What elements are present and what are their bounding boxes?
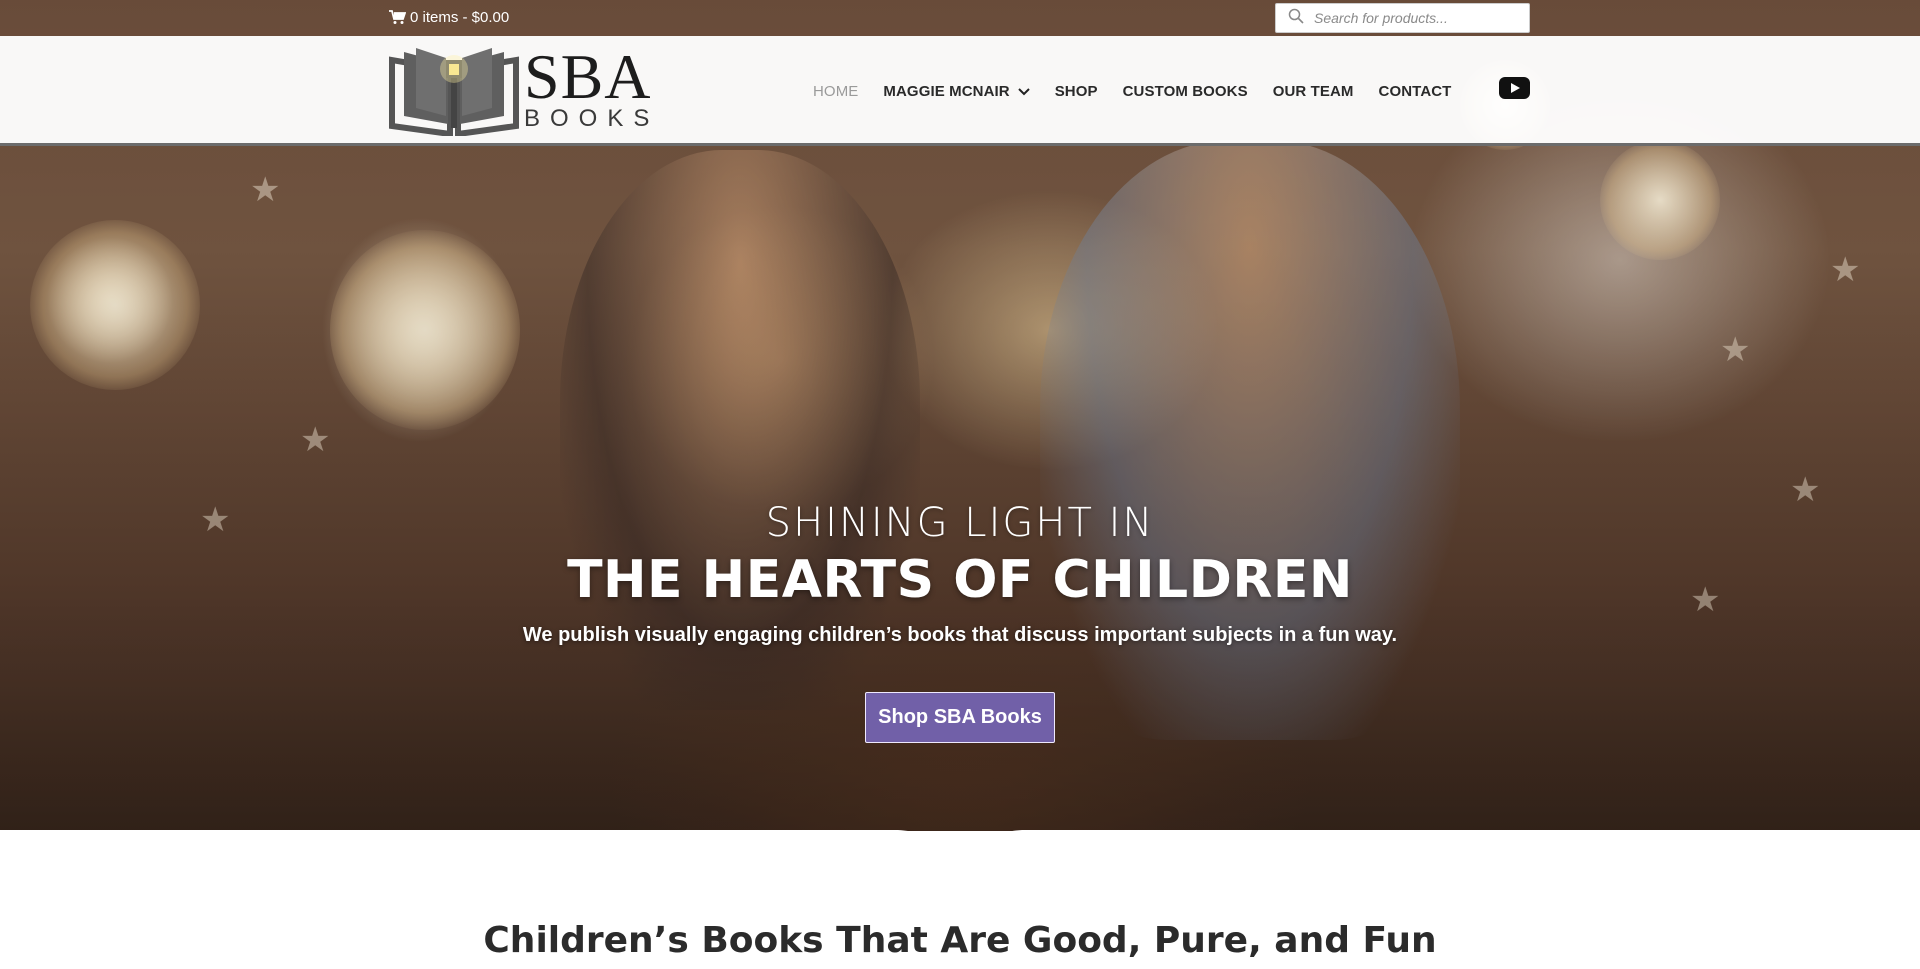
hero-kicker: SHINING LIGHT IN (765, 500, 1155, 546)
nav-item-label: HOME (813, 82, 859, 100)
nav-item-label: OUR TEAM (1272, 82, 1354, 100)
cart-summary: 0 items - $0.00 (410, 9, 510, 26)
logo-subtitle: BOOKS (524, 105, 660, 132)
cart-link[interactable]: 0 items - $0.00 (389, 9, 509, 26)
site-logo[interactable]: SBA BOOKS (388, 41, 678, 136)
main-nav: HOME MAGGIE MCNAIR SHOP CUSTOM BOOKS OUR… (813, 36, 1476, 146)
nav-item-contact[interactable]: CONTACT (1379, 83, 1452, 100)
search-input[interactable] (1314, 10, 1514, 26)
nav-item-label: SHOP (1054, 82, 1098, 100)
book-lantern-logo-icon (389, 48, 519, 136)
search-icon[interactable] (1288, 8, 1304, 29)
nav-item-label: CUSTOM BOOKS (1122, 82, 1248, 100)
nav-item-label: CONTACT (1378, 82, 1452, 100)
nav-item-custom-books[interactable]: CUSTOM BOOKS (1123, 83, 1248, 100)
nav-item-shop[interactable]: SHOP (1055, 83, 1098, 100)
chevron-down-icon (1017, 83, 1030, 100)
nav-item-maggie-mcnair[interactable]: MAGGIE MCNAIR (883, 82, 1030, 100)
youtube-icon[interactable] (1499, 77, 1530, 99)
section-heading: Children’s Books That Are Good, Pure, an… (483, 920, 1437, 961)
nav-item-our-team[interactable]: OUR TEAM (1273, 83, 1354, 100)
nav-item-home[interactable]: HOME (813, 83, 858, 100)
hero-headline: THE HEARTS OF CHILDREN (567, 550, 1353, 610)
shop-sba-books-button[interactable]: Shop SBA Books (865, 692, 1055, 743)
nav-item-label: MAGGIE MCNAIR (883, 82, 1010, 100)
hero-section: SHINING LIGHT IN THE HEARTS OF CHILDREN … (0, 500, 1920, 647)
top-bar: 0 items - $0.00 (0, 0, 1920, 36)
site-header: SBA BOOKS HOME MAGGIE MCNAIR SHOP CUSTOM… (0, 36, 1920, 146)
logo-title: SBA (524, 41, 652, 112)
cart-icon (389, 10, 406, 25)
hero-subtitle: We publish visually engaging children’s … (522, 624, 1398, 646)
product-search (1275, 3, 1530, 33)
book-shape-divider (0, 830, 1920, 890)
